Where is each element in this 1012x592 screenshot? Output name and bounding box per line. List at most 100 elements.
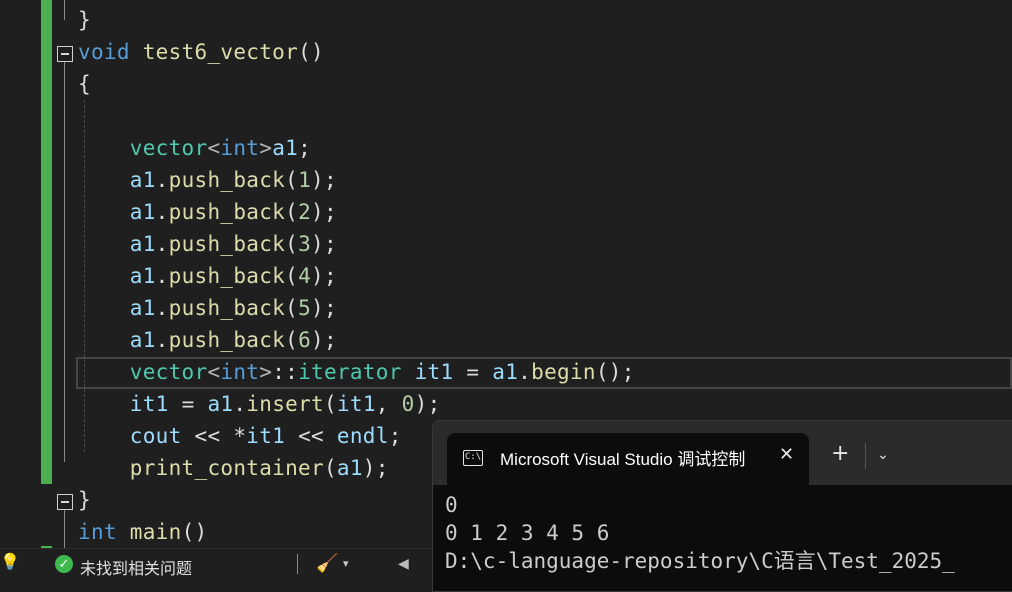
brush-icon[interactable]: 🧹 bbox=[316, 553, 338, 574]
issues-status[interactable]: 未找到相关问题 bbox=[80, 555, 192, 579]
code-token: a1 bbox=[129, 200, 156, 224]
code-text: int main() bbox=[78, 516, 207, 548]
code-text: { bbox=[78, 68, 91, 100]
code-text: a1.push_back(1); bbox=[78, 164, 337, 196]
lightbulb-icon[interactable]: 💡 bbox=[0, 552, 20, 572]
scroll-left-icon[interactable]: ◀ bbox=[398, 555, 409, 572]
code-line[interactable] bbox=[0, 100, 1012, 132]
code-line[interactable]: a1.push_back(4); bbox=[0, 260, 1012, 292]
code-line[interactable]: a1.push_back(3); bbox=[0, 228, 1012, 260]
code-token: ); bbox=[311, 296, 337, 320]
tab-divider bbox=[865, 443, 866, 469]
code-token: ); bbox=[311, 168, 337, 192]
code-token: . bbox=[155, 200, 169, 224]
code-token: a1 bbox=[272, 136, 299, 160]
code-token: a1 bbox=[129, 168, 156, 192]
chevron-down-icon[interactable]: ⌄ bbox=[877, 447, 889, 463]
check-circle-icon[interactable]: ✓ bbox=[55, 555, 73, 573]
code-token: a1 bbox=[492, 360, 519, 384]
code-token: ( bbox=[323, 392, 337, 416]
code-text: void test6_vector() bbox=[78, 36, 324, 68]
code-token: . bbox=[518, 360, 532, 384]
code-line[interactable]: { bbox=[0, 68, 1012, 100]
code-token: . bbox=[155, 296, 169, 320]
code-text: a1.push_back(3); bbox=[78, 228, 337, 260]
code-token: ); bbox=[311, 264, 337, 288]
code-line[interactable]: a1.push_back(2); bbox=[0, 196, 1012, 228]
code-line[interactable]: a1.push_back(5); bbox=[0, 292, 1012, 324]
code-token: cout bbox=[129, 424, 182, 448]
code-text: } bbox=[78, 4, 91, 36]
terminal-tab-title: Microsoft Visual Studio 调试控制台 bbox=[500, 450, 746, 469]
code-token: () bbox=[181, 520, 208, 544]
console-output[interactable]: 0 0 1 2 3 4 5 6 D:\c-language-repository… bbox=[445, 491, 1012, 575]
code-token: 5 bbox=[298, 296, 312, 320]
code-text: } bbox=[78, 484, 91, 516]
code-token: . bbox=[155, 168, 169, 192]
code-line[interactable]: void test6_vector() bbox=[0, 36, 1012, 68]
code-line[interactable]: vector<int>a1; bbox=[0, 132, 1012, 164]
code-token: << bbox=[285, 424, 337, 448]
code-token: ); bbox=[362, 456, 389, 480]
plus-icon[interactable]: + bbox=[831, 443, 849, 465]
code-token: << * bbox=[181, 424, 247, 448]
terminal-tab[interactable]: C:\ Microsoft Visual Studio 调试控制台 ✕ bbox=[447, 433, 809, 485]
code-token: ); bbox=[414, 392, 441, 416]
code-token: . bbox=[233, 392, 247, 416]
code-text: vector<int>a1; bbox=[78, 132, 311, 164]
code-text: a1.push_back(6); bbox=[78, 324, 337, 356]
code-token: vector bbox=[129, 360, 208, 384]
code-token: . bbox=[155, 328, 169, 352]
chevron-down-icon[interactable]: ▾ bbox=[343, 557, 349, 570]
code-text: a1.push_back(5); bbox=[78, 292, 337, 324]
code-token: ( bbox=[323, 456, 337, 480]
code-token: a1 bbox=[129, 264, 156, 288]
close-icon[interactable]: ✕ bbox=[779, 444, 794, 465]
code-token: push_back bbox=[168, 264, 286, 288]
code-token: int bbox=[78, 520, 117, 544]
code-token: a1 bbox=[207, 392, 234, 416]
code-token: push_back bbox=[168, 232, 286, 256]
code-token: test6_vector bbox=[142, 40, 299, 64]
code-line[interactable]: a1.push_back(1); bbox=[0, 164, 1012, 196]
code-token: a1 bbox=[129, 328, 156, 352]
code-token: ); bbox=[311, 200, 337, 224]
code-token: 1 bbox=[298, 168, 312, 192]
code-token: :: bbox=[272, 360, 299, 384]
code-token: 6 bbox=[298, 328, 312, 352]
code-token: . bbox=[155, 232, 169, 256]
code-token: ); bbox=[311, 232, 337, 256]
code-text: a1.push_back(2); bbox=[78, 196, 337, 228]
code-token: it1 bbox=[246, 424, 286, 448]
code-token: it1 bbox=[336, 392, 376, 416]
output-line: 0 1 2 3 4 5 6 bbox=[445, 521, 610, 545]
code-token: } bbox=[78, 8, 91, 32]
code-line[interactable]: a1.push_back(6); bbox=[0, 324, 1012, 356]
code-line[interactable]: } bbox=[0, 4, 1012, 36]
code-line[interactable]: vector<int>::iterator it1 = a1.begin(); bbox=[0, 356, 1012, 388]
code-token: push_back bbox=[168, 296, 286, 320]
debug-console-window[interactable]: C:\ Microsoft Visual Studio 调试控制台 ✕ + ⌄ … bbox=[432, 420, 1012, 592]
code-token: 2 bbox=[298, 200, 312, 224]
code-token: } bbox=[78, 488, 91, 512]
code-token: ( bbox=[285, 264, 299, 288]
status-divider bbox=[297, 554, 298, 574]
code-line[interactable]: it1 = a1.insert(it1, 0); bbox=[0, 388, 1012, 420]
code-token: vector bbox=[129, 136, 208, 160]
code-token: ( bbox=[285, 296, 299, 320]
code-text: a1.push_back(4); bbox=[78, 260, 337, 292]
terminal-tab-bar: C:\ Microsoft Visual Studio 调试控制台 ✕ + ⌄ bbox=[433, 421, 1012, 485]
code-token: int bbox=[220, 360, 260, 384]
code-token: a1 bbox=[129, 296, 156, 320]
code-token: push_back bbox=[168, 200, 286, 224]
output-line: D:\c-language-repository\C语言\Test_2025_ bbox=[445, 549, 955, 573]
